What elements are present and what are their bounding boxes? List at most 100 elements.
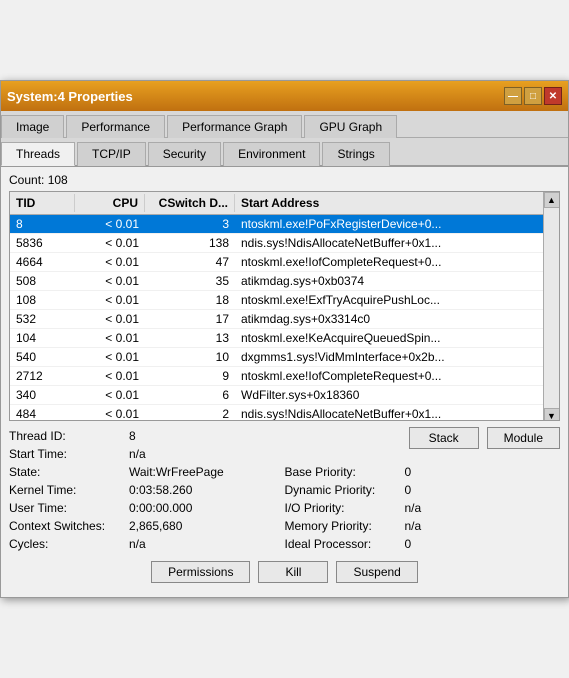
tab-environment[interactable]: Environment (223, 142, 320, 166)
tab-performance-graph[interactable]: Performance Graph (167, 115, 302, 138)
cell-cpu: < 0.01 (75, 348, 145, 366)
cell-cswitch: 3 (145, 215, 235, 233)
maximize-button[interactable]: □ (524, 87, 542, 105)
cell-tid: 8 (10, 215, 75, 233)
table-body: 8 < 0.01 3 ntoskml.exe!PoFxRegisterDevic… (10, 215, 543, 421)
io-priority-label: I/O Priority: (285, 501, 405, 515)
cell-address: WdFilter.sys+0x18360 (235, 386, 543, 404)
cell-cpu: < 0.01 (75, 367, 145, 385)
count-area: Count: 108 (9, 173, 560, 187)
context-switches-value: 2,865,680 (129, 519, 182, 533)
suspend-button[interactable]: Suspend (336, 561, 417, 583)
cell-cpu: < 0.01 (75, 253, 145, 271)
table-row[interactable]: 104 < 0.01 13 ntoskml.exe!KeAcquireQueue… (10, 329, 543, 348)
stack-button[interactable]: Stack (409, 427, 479, 449)
count-label: Count: (9, 173, 44, 187)
cell-address: ndis.sys!NdisAllocateNetBuffer+0x1... (235, 405, 543, 421)
base-priority-row: Base Priority: 0 (285, 463, 561, 481)
kill-button[interactable]: Kill (258, 561, 328, 583)
tab-gpu-graph[interactable]: GPU Graph (304, 115, 397, 138)
cell-tid: 532 (10, 310, 75, 328)
main-window: System:4 Properties — □ ✕ Image Performa… (0, 80, 569, 598)
col-header-tid[interactable]: TID (10, 194, 75, 212)
io-priority-value: n/a (405, 501, 422, 515)
thread-id-row: Thread ID: 8 (9, 427, 146, 445)
col-header-address[interactable]: Start Address (235, 194, 527, 212)
thread-id-area: Thread ID: 8 Start Time: n/a (9, 427, 146, 463)
table-row[interactable]: 108 < 0.01 18 ntoskml.exe!ExfTryAcquireP… (10, 291, 543, 310)
memory-priority-row: Memory Priority: n/a (285, 517, 561, 535)
tab-security[interactable]: Security (148, 142, 221, 166)
window-title: System:4 Properties (7, 89, 133, 104)
start-time-row: Start Time: n/a (9, 445, 146, 463)
cell-address: dxgmms1.sys!VidMmInterface+0x2b... (235, 348, 543, 366)
user-time-value: 0:00:00.000 (129, 501, 192, 515)
table-inner: TID CPU CSwitch D... Start Address 8 < 0… (10, 192, 543, 421)
start-time-value: n/a (129, 447, 146, 461)
tabs-row-1: Image Performance Performance Graph GPU … (1, 111, 568, 138)
cell-address: ntoskml.exe!KeAcquireQueuedSpin... (235, 329, 543, 347)
table-row[interactable]: 340 < 0.01 6 WdFilter.sys+0x18360 (10, 386, 543, 405)
cell-tid: 340 (10, 386, 75, 404)
table-row[interactable]: 5836 < 0.01 138 ndis.sys!NdisAllocateNet… (10, 234, 543, 253)
table-row[interactable]: 484 < 0.01 2 ndis.sys!NdisAllocateNetBuf… (10, 405, 543, 421)
context-switches-label: Context Switches: (9, 519, 129, 533)
ideal-processor-value: 0 (405, 537, 412, 551)
cycles-label: Cycles: (9, 537, 129, 551)
tab-threads[interactable]: Threads (1, 142, 75, 166)
cell-cswitch: 35 (145, 272, 235, 290)
kernel-time-value: 0:03:58.260 (129, 483, 192, 497)
table-row[interactable]: 540 < 0.01 10 dxgmms1.sys!VidMmInterface… (10, 348, 543, 367)
cell-address: ntoskml.exe!ExfTryAcquirePushLoc... (235, 291, 543, 309)
col-header-cpu[interactable]: CPU (75, 194, 145, 212)
cell-tid: 540 (10, 348, 75, 366)
cycles-row: Cycles: n/a (9, 535, 285, 553)
scroll-down-arrow[interactable]: ▼ (544, 408, 560, 421)
table-row[interactable]: 2712 < 0.01 9 ntoskml.exe!IofCompleteReq… (10, 367, 543, 386)
cell-cswitch: 47 (145, 253, 235, 271)
cell-address: atikmdag.sys+0x3314c0 (235, 310, 543, 328)
cell-cswitch: 138 (145, 234, 235, 252)
tab-tcpip[interactable]: TCP/IP (77, 142, 146, 166)
cell-address: ntoskml.exe!IofCompleteRequest+0... (235, 253, 543, 271)
table-header: TID CPU CSwitch D... Start Address (10, 192, 543, 215)
bottom-buttons: Permissions Kill Suspend (9, 561, 560, 591)
title-bar: System:4 Properties — □ ✕ (1, 81, 568, 111)
cell-cswitch: 17 (145, 310, 235, 328)
cell-address: ntoskml.exe!IofCompleteRequest+0... (235, 367, 543, 385)
state-value: Wait:WrFreePage (129, 465, 224, 479)
state-row: State: Wait:WrFreePage (9, 463, 285, 481)
close-button[interactable]: ✕ (544, 87, 562, 105)
minimize-button[interactable]: — (504, 87, 522, 105)
cell-cswitch: 2 (145, 405, 235, 421)
cell-tid: 104 (10, 329, 75, 347)
table-row[interactable]: 532 < 0.01 17 atikmdag.sys+0x3314c0 (10, 310, 543, 329)
permissions-button[interactable]: Permissions (151, 561, 250, 583)
tab-image[interactable]: Image (1, 115, 64, 138)
io-priority-row: I/O Priority: n/a (285, 499, 561, 517)
context-switches-row: Context Switches: 2,865,680 (9, 517, 285, 535)
kernel-time-label: Kernel Time: (9, 483, 129, 497)
table-row[interactable]: 4664 < 0.01 47 ntoskml.exe!IofCompleteRe… (10, 253, 543, 272)
table-row[interactable]: 8 < 0.01 3 ntoskml.exe!PoFxRegisterDevic… (10, 215, 543, 234)
thread-id-label: Thread ID: (9, 429, 129, 443)
user-time-label: User Time: (9, 501, 129, 515)
cell-tid: 484 (10, 405, 75, 421)
scrollbar[interactable]: ▲ ▼ (543, 192, 559, 421)
table-row[interactable]: 508 < 0.01 35 atikmdag.sys+0xb0374 (10, 272, 543, 291)
tab-strings[interactable]: Strings (322, 142, 389, 166)
cell-tid: 108 (10, 291, 75, 309)
dynamic-priority-label: Dynamic Priority: (285, 483, 405, 497)
details-grid: State: Wait:WrFreePage Base Priority: 0 … (9, 463, 560, 553)
cycles-value: n/a (129, 537, 146, 551)
memory-priority-label: Memory Priority: (285, 519, 405, 533)
module-button[interactable]: Module (487, 427, 560, 449)
cell-cpu: < 0.01 (75, 234, 145, 252)
tab-performance[interactable]: Performance (66, 115, 165, 138)
cell-cswitch: 13 (145, 329, 235, 347)
cell-cswitch: 10 (145, 348, 235, 366)
scroll-up-arrow[interactable]: ▲ (544, 192, 560, 208)
col-header-cswitch[interactable]: CSwitch D... (145, 194, 235, 212)
cell-cpu: < 0.01 (75, 215, 145, 233)
cell-cpu: < 0.01 (75, 386, 145, 404)
